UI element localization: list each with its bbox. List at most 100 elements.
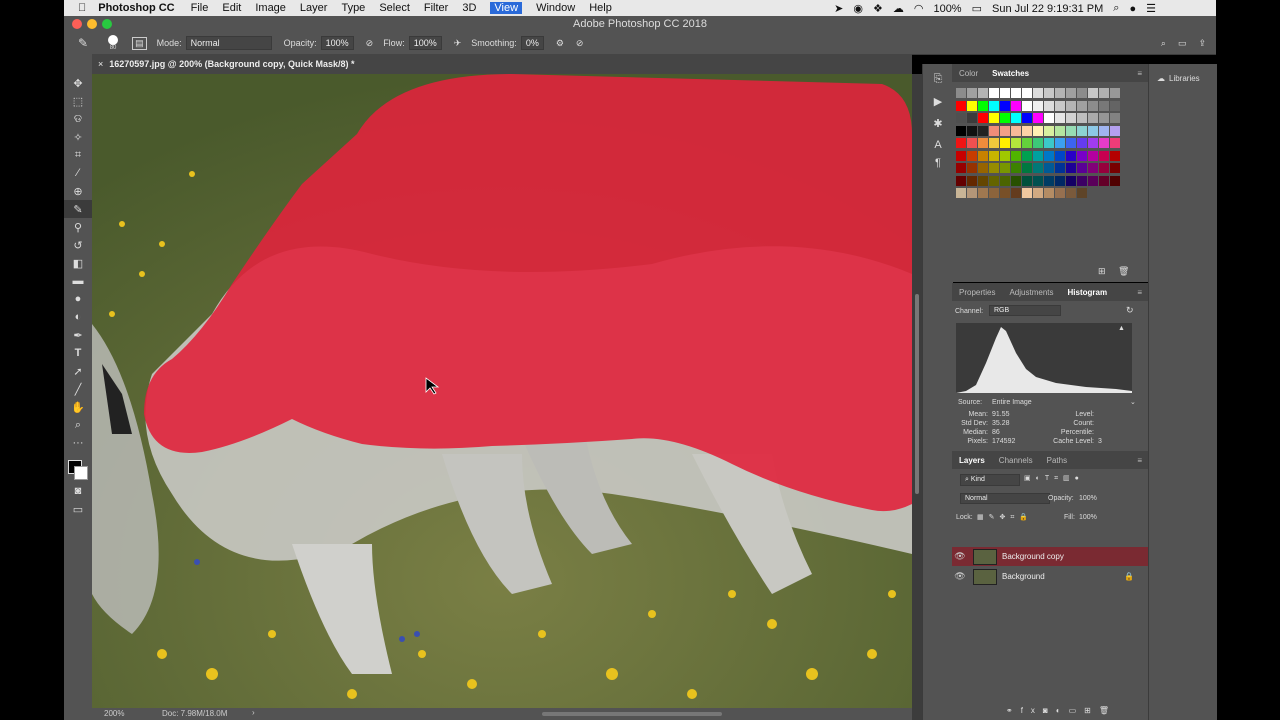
swatch[interactable]	[1044, 88, 1054, 98]
menu-filter[interactable]: Filter	[424, 2, 448, 14]
brush-tool-icon[interactable]: ✎	[78, 36, 88, 50]
swatch[interactable]	[956, 100, 966, 111]
swatch[interactable]	[1033, 163, 1043, 173]
swatch[interactable]	[1055, 88, 1065, 98]
swatch[interactable]	[1011, 100, 1021, 111]
swatch[interactable]	[1088, 175, 1098, 186]
swatch[interactable]	[1077, 88, 1087, 98]
libraries-panel[interactable]: ☁ Libraries	[1148, 64, 1217, 720]
swatch[interactable]	[989, 175, 999, 186]
gradient-tool-icon[interactable]: ▬	[64, 272, 92, 290]
eraser-tool-icon[interactable]: ◧	[64, 254, 92, 272]
pen-tool-icon[interactable]: ✒	[64, 326, 92, 344]
menu-select[interactable]: Select	[379, 2, 410, 14]
pressure-size-icon[interactable]: ⊘	[576, 38, 584, 49]
swatch[interactable]	[1000, 125, 1010, 136]
swatch[interactable]	[1066, 188, 1076, 198]
swatch[interactable]	[1033, 100, 1043, 111]
menu-file[interactable]: File	[191, 2, 209, 14]
swatch[interactable]	[1033, 138, 1043, 148]
swatch[interactable]	[1055, 113, 1065, 123]
close-tab-icon[interactable]: ×	[92, 59, 103, 69]
swatch[interactable]	[1011, 175, 1021, 186]
mode-select[interactable]: Normal	[185, 36, 272, 50]
swatch[interactable]	[1000, 175, 1010, 186]
adjustment-panel-icon[interactable]: ✱	[923, 114, 953, 132]
swatch[interactable]	[1099, 88, 1109, 98]
swatch[interactable]	[978, 150, 988, 161]
swatch[interactable]	[1055, 150, 1065, 161]
swatch[interactable]	[1022, 175, 1032, 186]
swatch[interactable]	[1110, 113, 1120, 123]
image-canvas[interactable]	[92, 74, 912, 708]
swatch[interactable]	[1000, 113, 1010, 123]
swatch[interactable]	[978, 113, 988, 123]
swatch[interactable]	[1000, 138, 1010, 148]
opacity-field[interactable]: 100%	[320, 36, 354, 50]
swatch[interactable]	[1088, 88, 1098, 98]
swatch[interactable]	[956, 175, 966, 186]
swatch[interactable]	[978, 175, 988, 186]
swatch[interactable]	[1044, 150, 1054, 161]
swatch[interactable]	[1022, 188, 1032, 198]
swatch[interactable]	[1077, 163, 1087, 173]
history-brush-tool-icon[interactable]: ↺	[64, 236, 92, 254]
line-tool-icon[interactable]: ╱	[64, 380, 92, 398]
app-menu[interactable]: Photoshop CC	[98, 2, 174, 14]
lasso-tool-icon[interactable]: ଡ	[64, 110, 92, 128]
swatch[interactable]	[1077, 113, 1087, 123]
swatch[interactable]	[956, 138, 966, 148]
minimize-window-icon[interactable]	[87, 19, 97, 29]
swatch[interactable]	[989, 188, 999, 198]
swatch[interactable]	[1022, 138, 1032, 148]
swatch[interactable]	[1099, 163, 1109, 173]
swatch[interactable]	[1077, 188, 1087, 198]
swatch[interactable]	[967, 125, 977, 136]
horizontal-scrollbar[interactable]	[542, 712, 722, 716]
move-tool-icon[interactable]: ✥	[64, 74, 92, 92]
swatch[interactable]	[978, 100, 988, 111]
status-menu-icon[interactable]: ›	[252, 708, 255, 717]
panel-menu-icon[interactable]: ≡	[1137, 69, 1142, 78]
record-icon[interactable]: ◉	[853, 2, 863, 15]
vertical-scrollbar[interactable]	[912, 74, 922, 720]
swatch[interactable]	[1033, 175, 1043, 186]
zoom-level[interactable]: 200%	[104, 709, 124, 718]
swatch[interactable]	[1033, 88, 1043, 98]
swatch[interactable]	[1033, 188, 1043, 198]
delete-swatch-icon[interactable]: 🗑	[1118, 266, 1129, 277]
swatch[interactable]	[1033, 150, 1043, 161]
swatch[interactable]	[1110, 125, 1120, 136]
swatch[interactable]	[989, 88, 999, 98]
channel-select[interactable]: RGB	[989, 305, 1061, 316]
libraries-label[interactable]: Libraries	[1169, 74, 1200, 83]
swatch[interactable]	[1011, 113, 1021, 123]
swatch[interactable]	[967, 138, 977, 148]
swatch[interactable]	[1011, 188, 1021, 198]
stamp-tool-icon[interactable]: ⚲	[64, 218, 92, 236]
battery-icon[interactable]: ▭	[972, 2, 982, 15]
swatch[interactable]	[1110, 150, 1120, 161]
hand-tool-icon[interactable]: ✋	[64, 398, 92, 416]
lock-icon[interactable]: 🔒	[1124, 572, 1134, 581]
menu-3d[interactable]: 3D	[462, 2, 476, 14]
more-tools-icon[interactable]: ···	[64, 434, 92, 452]
wifi-icon[interactable]: ◠	[914, 2, 924, 15]
swatch[interactable]	[1077, 138, 1087, 148]
swatch[interactable]	[1022, 113, 1032, 123]
swatch[interactable]	[1077, 175, 1087, 186]
swatch[interactable]	[989, 138, 999, 148]
document-tab[interactable]: × 16270597.jpg @ 200% (Background copy, Q…	[92, 54, 912, 74]
swatch[interactable]	[1088, 138, 1098, 148]
quick-mask-icon[interactable]: ◙	[64, 482, 92, 500]
swatch[interactable]	[1066, 163, 1076, 173]
swatch[interactable]	[1044, 188, 1054, 198]
swatch[interactable]	[989, 163, 999, 173]
filter-icons[interactable]: ▣◐T⌗▥●	[1024, 474, 1084, 483]
swatch[interactable]	[956, 88, 966, 98]
source-select[interactable]: Entire Image	[992, 399, 1032, 406]
siri-icon[interactable]: ●	[1129, 3, 1136, 15]
swatch[interactable]	[1044, 125, 1054, 136]
swatch[interactable]	[978, 88, 988, 98]
layer-filter-select[interactable]: ⌕ Kind	[960, 474, 1020, 486]
